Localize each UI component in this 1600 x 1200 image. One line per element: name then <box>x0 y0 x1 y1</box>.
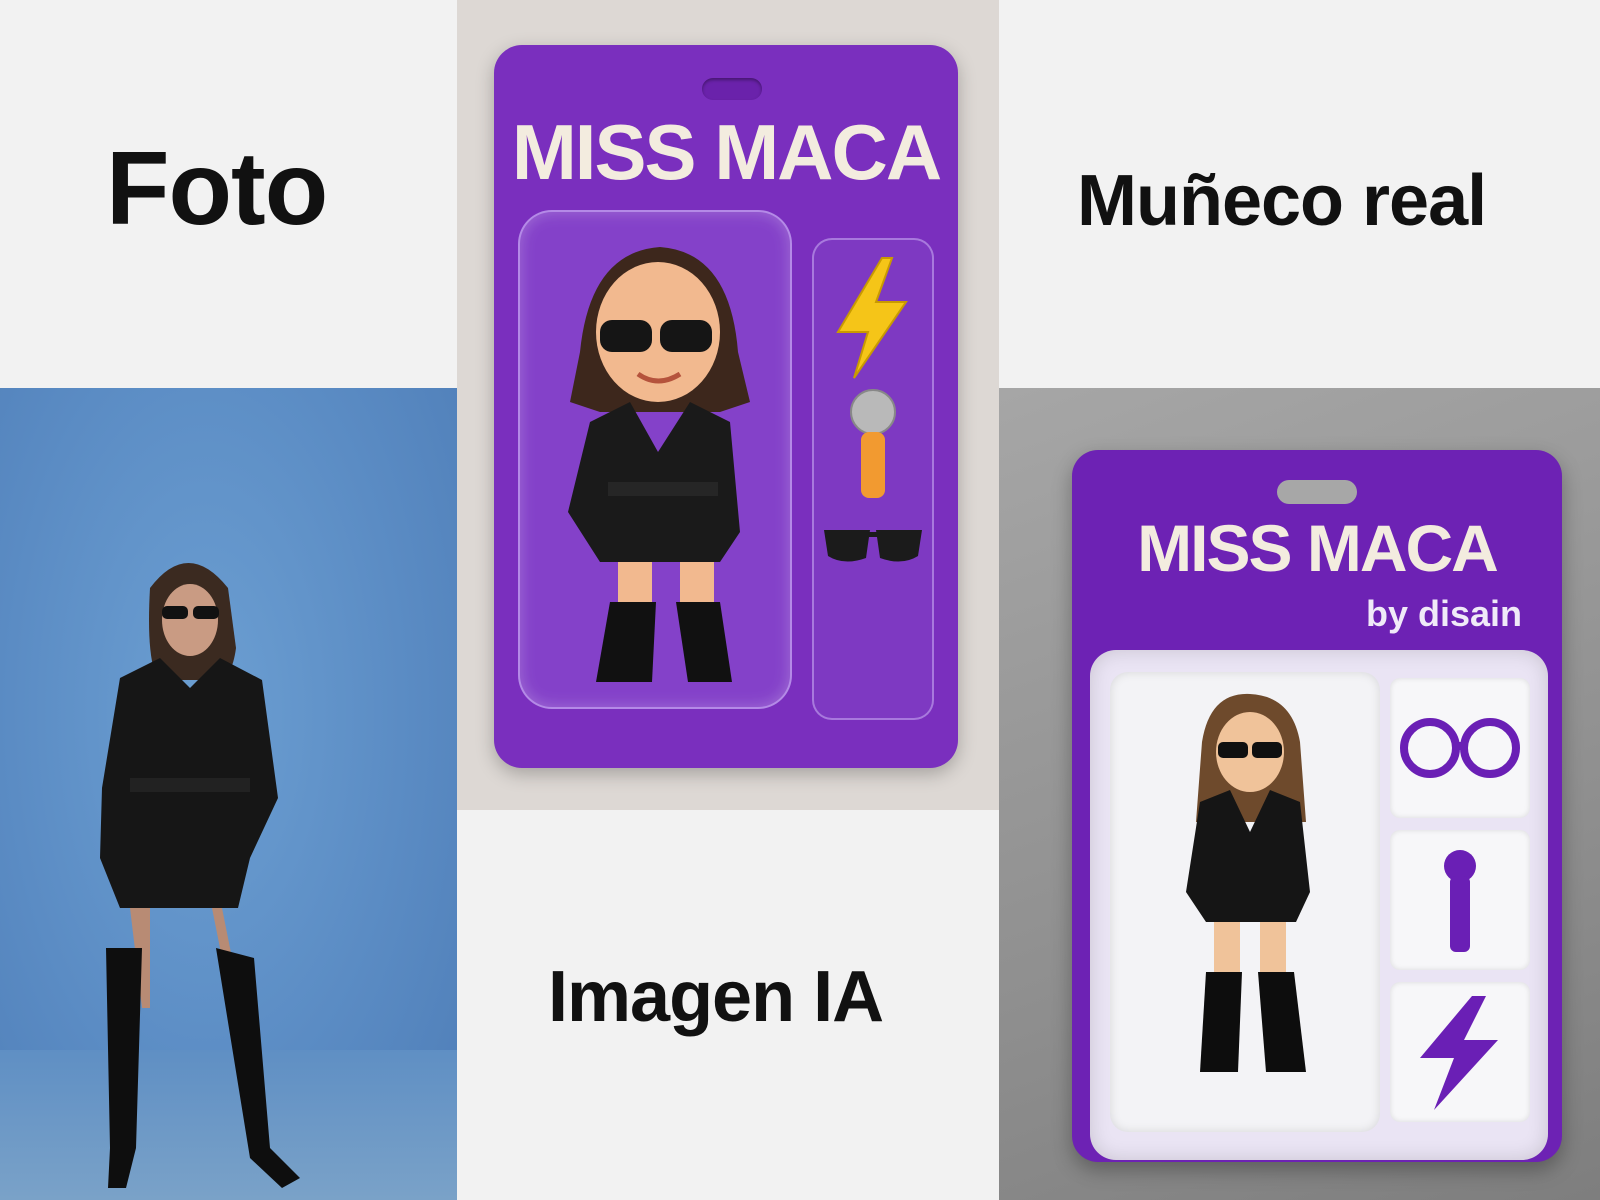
accessory-blister <box>812 238 934 720</box>
left-boot <box>106 948 142 1188</box>
ai-package-card: MISS MACA <box>494 45 958 768</box>
lightning-icon <box>836 257 908 379</box>
package-brand: MISS MACA <box>1137 511 1499 585</box>
figure-sunglasses-right <box>660 320 712 352</box>
figure-left-boot <box>1200 972 1242 1072</box>
figure-sunglasses-left <box>1218 742 1248 758</box>
sunglasses-right <box>193 606 219 619</box>
microphone-icon <box>850 389 896 435</box>
figure-right-boot <box>676 602 732 682</box>
figure-blister <box>1090 650 1548 1160</box>
figure-sunglasses-right <box>1252 742 1282 758</box>
sunglasses-left <box>162 606 188 619</box>
accessory-slot-glasses <box>1390 678 1530 818</box>
package-byline: by disain <box>1365 593 1522 634</box>
ai-accessories <box>824 257 922 562</box>
figure-belt <box>608 482 718 496</box>
ai-figure <box>568 247 750 682</box>
glasses-icon <box>1400 718 1520 778</box>
hang-hole <box>1277 480 1357 504</box>
face-shape <box>162 584 218 656</box>
package-brand: MISS MACA <box>511 108 942 196</box>
label-imagen-ia: Imagen IA <box>548 957 884 1037</box>
figure-slot <box>1110 672 1380 1132</box>
lightning-icon <box>1420 996 1498 1110</box>
label-muneco-real: Muñeco real <box>1077 161 1487 241</box>
woman-photo <box>100 563 300 1188</box>
figure-right-boot <box>1258 972 1306 1072</box>
microphone-icon <box>1444 850 1476 952</box>
right-boot <box>216 948 300 1188</box>
microphone-handle <box>861 432 885 498</box>
accessory-slot-microphone <box>1390 830 1530 970</box>
ai-image-panel: MISS MACA <box>457 0 999 810</box>
sunglasses-icon <box>824 530 922 562</box>
photo-panel <box>0 388 457 1200</box>
figure-sunglasses-left <box>600 320 652 352</box>
real-doll-panel: MISS MACA by disain <box>999 388 1600 1200</box>
figure-left-boot <box>596 602 656 682</box>
accessory-slot-lightning <box>1390 982 1530 1122</box>
figure-blister <box>518 210 792 709</box>
hang-hole <box>702 78 762 100</box>
belt-shape <box>130 778 250 792</box>
real-package-card: MISS MACA by disain <box>1072 450 1562 1162</box>
label-foto: Foto <box>106 131 328 247</box>
real-figure <box>1186 693 1310 1072</box>
